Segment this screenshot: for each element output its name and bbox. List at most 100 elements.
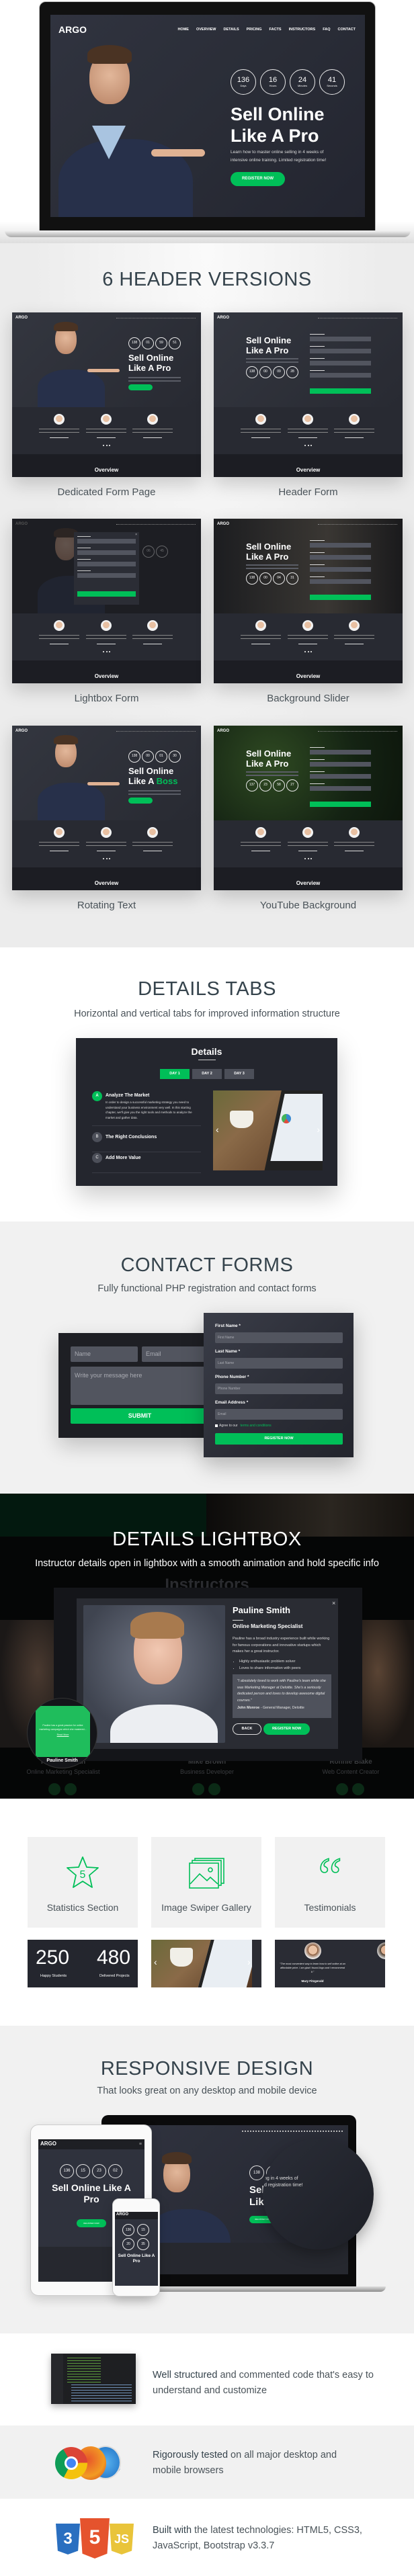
submit-button[interactable]: SUBMIT (71, 1408, 209, 1424)
thumb-countdown: 06 (142, 546, 155, 558)
header-version-thumbnail[interactable]: ARGO Sell Online Like A Pro 137 23 58 27 Overvi… (214, 726, 403, 890)
benefit-technologies: 3 JS 5 Built with the latest technologie… (0, 2499, 414, 2576)
phone-title: Sell Online Like A Pro (118, 2253, 155, 2264)
first-name-label: First Name * (215, 1324, 241, 1328)
nav-faq[interactable]: FAQ (323, 28, 330, 32)
feature-label: Image Swiper Gallery (161, 1902, 251, 1913)
next-arrow-icon[interactable]: › (317, 1124, 320, 1135)
avatar (377, 1942, 385, 1959)
hero-title: Sell Online Like A Pro (231, 104, 325, 146)
section-title: 6 HEADER VERSIONS (102, 269, 312, 290)
read-more-link[interactable]: Read More (38, 1733, 87, 1737)
prev-arrow-icon[interactable]: ‹ (216, 1124, 219, 1135)
lightbox-form-modal: × (74, 532, 139, 605)
tab-day-1[interactable]: DAY 1 (160, 1069, 190, 1079)
thumb-nav (318, 524, 397, 525)
phone-input[interactable]: Phone Number (215, 1383, 343, 1394)
details-tabs-section: DETAILS TABS Horizontal and vertical tab… (0, 947, 414, 1221)
thumb-countdown: 31 (286, 572, 298, 585)
html5-icon: 5 (80, 2518, 110, 2559)
benefit-text: Rigorously tested on all major desktop a… (153, 2450, 337, 2476)
header-version-thumbnail[interactable]: ARGO 138 01 59 51 Sell Online Like A Pro Overv… (12, 312, 201, 477)
thumb-overview-band (12, 867, 201, 890)
countdown-circle: 138 (249, 2165, 264, 2180)
nav-details[interactable]: DETAILS (224, 28, 239, 32)
header-version-label: Background Slider (267, 693, 349, 704)
twitter-icon[interactable] (192, 1783, 204, 1795)
register-now-button[interactable]: REGISTER NOW (215, 1433, 343, 1445)
thumb-testimonials (12, 820, 201, 867)
responsive-section: RESPONSIVE DESIGN That looks great on an… (0, 2026, 414, 2333)
header-version-thumbnail[interactable]: ARGO Sell Online Like A Pro 138 00 04 31 Overvi… (214, 519, 403, 683)
browser-logos: e (55, 2444, 136, 2482)
header-version-thumbnail[interactable]: ARGO Sell Online Like A Pro 138 00 09 28 Overvi… (214, 312, 403, 477)
feature-card-gallery: Image Swiper Gallery (151, 1837, 261, 1928)
name-input[interactable]: Name (71, 1346, 138, 1362)
nav-contact[interactable]: CONTACT (338, 28, 356, 32)
testimonial-quote: "The most convenient way to learn how to… (280, 1963, 345, 1973)
header-version-thumbnail[interactable]: ARGO 06 45 × Overview (12, 519, 201, 683)
linkedin-icon[interactable] (208, 1783, 220, 1795)
thumb-hero (214, 312, 403, 407)
linkedin-icon[interactable] (352, 1783, 364, 1795)
nav-facts[interactable]: FACTS (270, 28, 282, 32)
thumb-countdown: 27 (286, 779, 298, 791)
back-button[interactable]: BACK (233, 1723, 261, 1735)
logo: ARGO (40, 2141, 56, 2147)
stats-preview: 250 Happy Students 480 Delivered Project… (28, 1940, 138, 1987)
nav-instructors[interactable]: INSTRUCTORS (289, 28, 316, 32)
main-nav: HOME OVERVIEW DETAILS PRICING FACTS INST… (177, 28, 356, 32)
thumb-testimonials (12, 407, 201, 454)
email-input[interactable]: Email (215, 1409, 343, 1420)
thumb-countdown: 59 (155, 337, 167, 349)
feature-card-statistics: 5 Statistics Section (28, 1837, 138, 1928)
panel-title: Details (191, 1046, 222, 1057)
menu-icon[interactable]: ≡ (139, 2142, 142, 2147)
nav-pricing[interactable]: PRICING (247, 28, 262, 32)
close-icon[interactable]: × (332, 1600, 335, 1606)
header-version-thumbnail[interactable]: ARGO 138 00 01 30 Sell Online Like A Boss Over… (12, 726, 201, 890)
item-title: The Right Conclusions (106, 1135, 157, 1140)
prev-arrow-icon[interactable]: ‹ (154, 1957, 157, 1967)
nav-overview[interactable]: OVERVIEW (196, 28, 216, 32)
email-input[interactable]: Email (142, 1346, 209, 1362)
twitter-icon[interactable] (336, 1783, 348, 1795)
message-textarea[interactable]: Write your message here (71, 1367, 209, 1405)
thumb-countdown: 23 (259, 779, 272, 791)
feature-label: Statistics Section (46, 1902, 119, 1913)
thumb-title: Sell Online Like A Boss (128, 766, 178, 786)
thumb-countdown: 09 (273, 366, 285, 378)
section-subtitle: That looks great on any desktop and mobi… (97, 2086, 317, 2096)
terms-checkbox[interactable] (215, 1424, 218, 1427)
logo[interactable]: ARGO (58, 24, 87, 35)
thumb-hero (214, 726, 403, 820)
accordion-item-c[interactable]: C Add More Value (92, 1153, 201, 1173)
last-name-input[interactable]: Last Name (215, 1358, 343, 1369)
linkedin-icon[interactable] (65, 1783, 77, 1795)
instructor-bullets: Highly enthusiastic problem solver Loves… (239, 1659, 300, 1672)
countdown-circle: 02 (108, 2164, 122, 2178)
terms-link[interactable]: terms and conditions (241, 1424, 272, 1428)
thumb-testimonials (214, 820, 403, 867)
nav-home[interactable]: HOME (177, 28, 189, 32)
section-title: DETAILS TABS (138, 978, 276, 1000)
first-name-input[interactable]: First Name (215, 1332, 343, 1343)
header-version-label: Dedicated Form Page (57, 486, 156, 498)
css3-icon: 3 (56, 2524, 80, 2554)
tech-logos: 3 JS 5 (56, 2518, 135, 2559)
thumb-overview-title: Overview (296, 880, 321, 886)
tab-day-2[interactable]: DAY 2 (192, 1069, 222, 1079)
tab-day-3[interactable]: DAY 3 (224, 1069, 254, 1079)
countdown-circle: 23 (92, 2164, 106, 2178)
instructor-photo (83, 1605, 225, 1743)
thumb-countdown: 04 (273, 572, 285, 585)
register-now-button[interactable]: REGISTER NOW (231, 172, 285, 186)
contact-forms-section: CONTACT FORMS Fully functional PHP regis… (0, 1221, 414, 1494)
twitter-icon[interactable] (48, 1783, 60, 1795)
section-title: RESPONSIVE DESIGN (100, 2058, 314, 2079)
accordion-item-a[interactable]: A Analyze The Market In order to design … (92, 1091, 201, 1126)
register-now-button[interactable]: REGISTER NOW (263, 1723, 310, 1735)
register-now-button[interactable]: REGISTER NOW (77, 2219, 106, 2227)
accordion-item-b[interactable]: B The Right Conclusions (92, 1132, 201, 1152)
next-arrow-icon[interactable]: › (247, 1957, 251, 1967)
